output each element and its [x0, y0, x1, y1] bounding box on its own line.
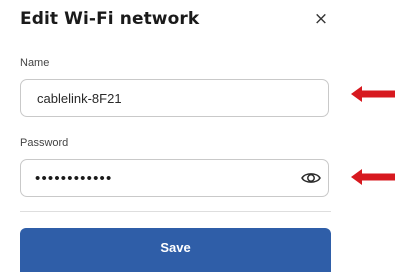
- divider: [20, 211, 331, 212]
- annotation-arrow-name: [351, 86, 395, 102]
- annotation-arrow-password: [351, 169, 395, 185]
- name-value: cablelink-8F21: [37, 91, 122, 106]
- password-value: ••••••••••••: [35, 170, 113, 187]
- password-field[interactable]: ••••••••••••: [20, 159, 329, 197]
- name-field[interactable]: cablelink-8F21: [20, 79, 329, 117]
- eye-icon[interactable]: [300, 168, 322, 188]
- close-icon[interactable]: ×: [310, 8, 332, 30]
- name-label: Name: [20, 57, 50, 69]
- save-button[interactable]: Save: [20, 228, 331, 272]
- edit-wifi-dialog: Edit Wi-Fi network × Name cablelink-8F21…: [0, 0, 395, 272]
- dialog-title: Edit Wi-Fi network: [20, 9, 200, 29]
- password-label: Password: [20, 137, 69, 149]
